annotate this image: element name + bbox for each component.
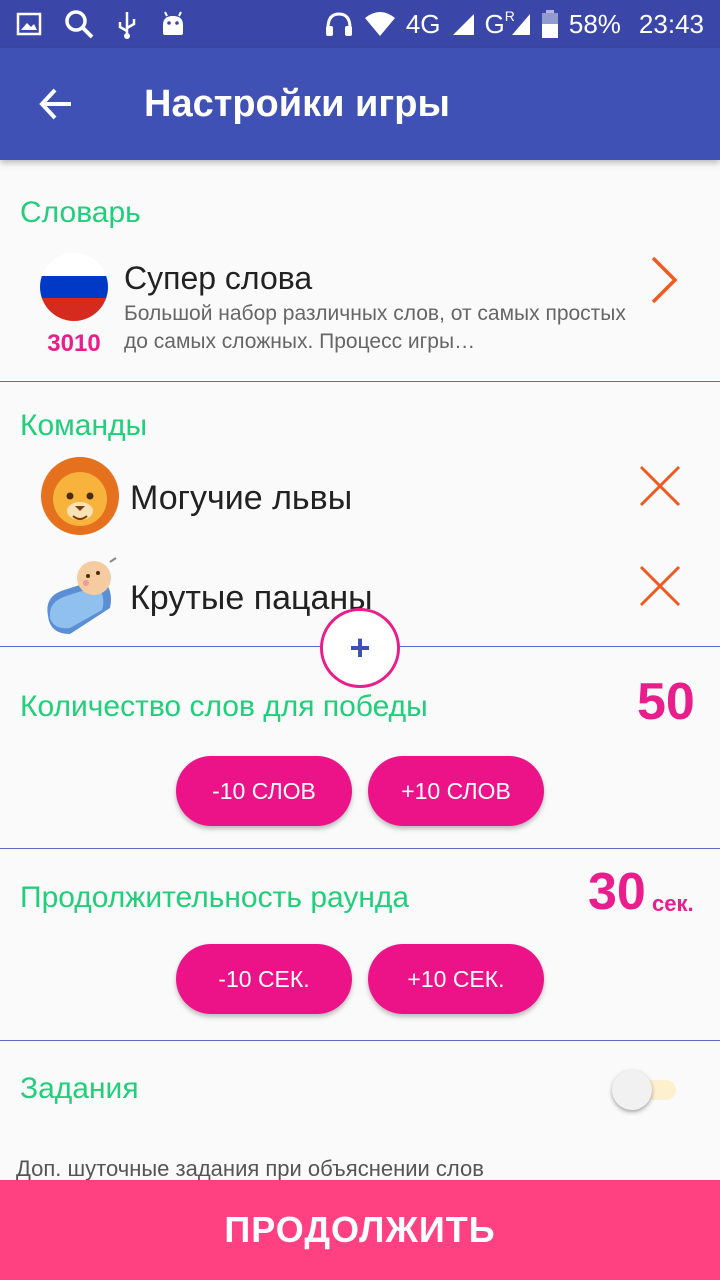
words-to-win-title: Количество слов для победы — [20, 690, 428, 723]
round-duration-title: Продолжительность раунда — [20, 881, 410, 914]
minus-words-button[interactable]: -10 СЛОВ — [176, 756, 352, 826]
roaming-indicator: R — [504, 8, 515, 24]
network-type: 4G — [405, 8, 441, 39]
arrow-back-icon — [39, 88, 71, 120]
page-title: Настройки игры — [144, 82, 450, 125]
dictionary-name: Супер слова — [124, 260, 313, 296]
dictionary-section-title: Словарь — [20, 196, 141, 229]
close-icon — [639, 465, 681, 507]
continue-button[interactable]: ПРОДОЛЖИТЬ — [0, 1180, 720, 1280]
battery-icon — [541, 9, 559, 39]
words-to-win-value: 50 — [637, 673, 695, 731]
dictionary-word-count: 3010 — [47, 330, 101, 357]
search-icon — [64, 9, 94, 39]
divider — [0, 1040, 720, 1041]
baby-icon — [40, 556, 120, 636]
gallery-icon — [16, 9, 42, 39]
team-name[interactable]: Крутые пацаны — [130, 579, 373, 618]
back-button[interactable] — [0, 48, 112, 160]
divider — [0, 848, 720, 849]
battery-level: 58% — [568, 8, 621, 39]
chevron-right-icon[interactable] — [640, 252, 688, 308]
toggle-thumb — [612, 1070, 652, 1110]
android-icon — [160, 9, 186, 39]
team-name[interactable]: Могучие львы — [130, 479, 352, 518]
minus-seconds-button[interactable]: -10 СЕК. — [176, 944, 352, 1014]
remove-team-button[interactable] — [636, 462, 684, 510]
teams-section-title: Команды — [20, 409, 148, 442]
usb-icon — [116, 9, 138, 39]
wifi-icon — [364, 9, 396, 39]
round-duration-unit: сек. — [652, 891, 694, 916]
tasks-toggle[interactable] — [612, 1068, 682, 1112]
dictionary-description: Большой набор различных слов, от самых п… — [124, 302, 626, 353]
add-team-button[interactable]: + — [320, 608, 400, 688]
plus-seconds-button[interactable]: +10 СЕК. — [368, 944, 544, 1014]
russia-flag-icon — [40, 253, 108, 321]
app-bar: Настройки игры — [0, 48, 720, 160]
signal-roaming-icon: G R — [485, 8, 531, 39]
signal-icon — [451, 9, 475, 39]
remove-team-button[interactable] — [636, 562, 684, 610]
clock: 23:43 — [638, 8, 704, 39]
status-bar: 4G G R 58% 23:43 — [0, 0, 720, 48]
lion-icon — [40, 456, 120, 536]
close-icon — [639, 565, 681, 607]
divider — [0, 381, 720, 382]
tasks-title: Задания — [20, 1072, 139, 1105]
plus-words-button[interactable]: +10 СЛОВ — [368, 756, 544, 826]
headset-icon — [324, 9, 354, 39]
tasks-description: Доп. шуточные задания при объяснении сло… — [16, 1156, 484, 1181]
round-duration-value: 30 — [588, 863, 646, 921]
